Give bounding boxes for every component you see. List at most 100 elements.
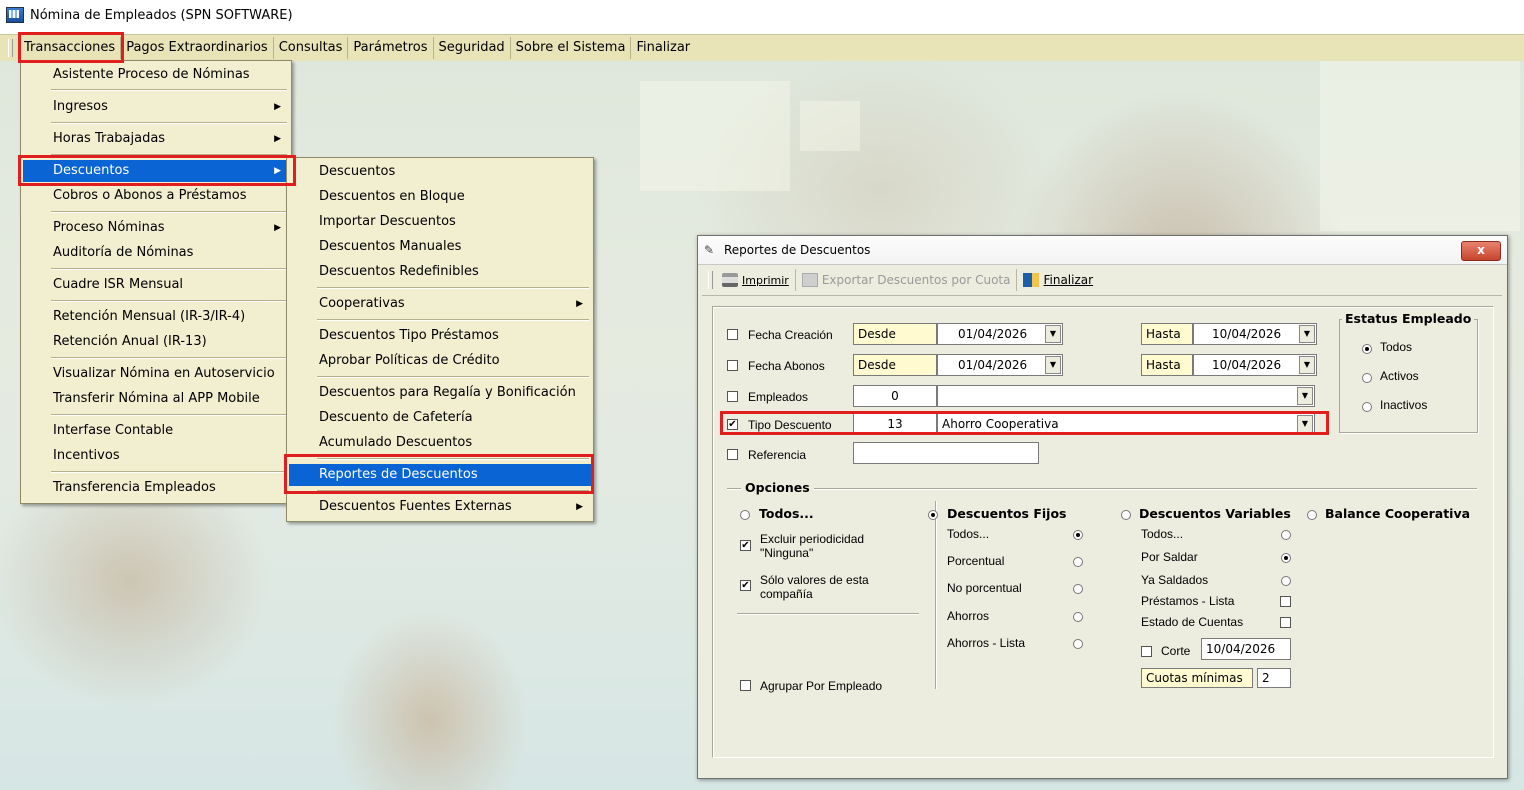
fijos-porcentual-radio[interactable]: [1073, 557, 1083, 567]
tipo-descuento-select[interactable]: Ahorro Cooperativa ▼: [937, 413, 1315, 435]
menu-item-horas-trabajadas[interactable]: Horas Trabajadas ▶: [23, 128, 289, 150]
menu-item-visualizar-autoservicio[interactable]: Visualizar Nómina en Autoservicio: [23, 363, 289, 385]
menu-item-transferir-app[interactable]: Transferir Nómina al APP Mobile: [23, 388, 289, 410]
submenu-item-aprobar-politicas[interactable]: Aprobar Políticas de Crédito: [289, 350, 591, 372]
fecha-creacion-checkbox[interactable]: [727, 329, 738, 340]
dialog-content: Fecha Creación Desde 01/04/2026 ▼ Hasta 1…: [712, 306, 1494, 758]
menu-item-interfase-contable[interactable]: Interfase Contable: [23, 420, 289, 442]
submenu-item-descuentos[interactable]: Descuentos: [289, 161, 591, 183]
desde-label-1: Desde: [853, 323, 937, 345]
submenu-item-descuentos-manuales[interactable]: Descuentos Manuales: [289, 236, 591, 258]
variables-todos-radio[interactable]: [1281, 530, 1291, 540]
fijos-ahorros-lista-radio[interactable]: [1073, 639, 1083, 649]
menubar: Transacciones Pagos Extraordinarios Cons…: [0, 34, 1524, 62]
submenu-item-descuentos-bloque[interactable]: Descuentos en Bloque: [289, 186, 591, 208]
empleados-name-select[interactable]: ▼: [937, 385, 1315, 407]
menu-consultas[interactable]: Consultas: [274, 37, 349, 59]
menu-item-transferencia-empleados[interactable]: Transferencia Empleados: [23, 477, 289, 499]
menu-item-ingresos[interactable]: Ingresos ▶: [23, 96, 289, 118]
submenu-item-importar-descuentos[interactable]: Importar Descuentos: [289, 211, 591, 233]
variables-por-saldar-radio[interactable]: [1281, 553, 1291, 563]
submenu-item-acumulado[interactable]: Acumulado Descuentos: [289, 432, 591, 454]
report-icon: ✎: [704, 243, 715, 257]
dropdown-arrow-icon[interactable]: ▼: [1297, 387, 1313, 405]
menu-item-cuadre-isr[interactable]: Cuadre ISR Mensual: [23, 274, 289, 296]
descuentos-variables-radio[interactable]: [1121, 510, 1131, 520]
descuentos-submenu: Descuentos Descuentos en Bloque Importar…: [286, 157, 594, 522]
submenu-item-descuentos-redefinibles[interactable]: Descuentos Redefinibles: [289, 261, 591, 283]
dropdown-arrow-icon[interactable]: ▼: [1299, 356, 1315, 374]
tipo-descuento-checkbox[interactable]: ✔: [727, 419, 738, 430]
exit-door-icon: [1023, 273, 1040, 287]
export-button[interactable]: Exportar Descuentos por Cuota: [796, 269, 1018, 291]
referencia-input[interactable]: [853, 442, 1039, 464]
cuotas-minimas-input[interactable]: 2: [1257, 668, 1291, 688]
transacciones-menu: Asistente Proceso de Nóminas Ingresos ▶ H…: [20, 60, 292, 504]
close-button[interactable]: x: [1461, 241, 1501, 261]
corte-label: Corte: [1161, 644, 1191, 658]
fecha-abonos-checkbox[interactable]: [727, 360, 738, 371]
corte-date-input[interactable]: 10/04/2026: [1201, 638, 1291, 660]
estatus-activos-radio[interactable]: [1362, 373, 1372, 383]
fecha-abonos-desde-input[interactable]: 01/04/2026 ▼: [937, 354, 1063, 376]
opciones-todos-label: Todos...: [759, 506, 814, 521]
menu-finalizar[interactable]: Finalizar: [631, 37, 695, 59]
menu-item-incentivos[interactable]: Incentivos: [23, 445, 289, 467]
fecha-creacion-desde-input[interactable]: 01/04/2026 ▼: [937, 323, 1063, 345]
solo-valores-checkbox[interactable]: ✔: [740, 580, 751, 591]
empleados-label: Empleados: [748, 390, 809, 404]
fecha-abonos-label: Fecha Abonos: [748, 359, 825, 373]
dropdown-arrow-icon[interactable]: ▼: [1045, 356, 1061, 374]
estatus-inactivos-radio[interactable]: [1362, 402, 1372, 412]
reportes-descuentos-dialog: ✎ Reportes de Descuentos x Imprimir Expo…: [697, 235, 1508, 779]
agrupar-empleado-label: Agrupar Por Empleado: [760, 679, 883, 693]
submenu-item-fuentes-externas[interactable]: Descuentos Fuentes Externas ▶: [289, 496, 591, 518]
print-button[interactable]: Imprimir: [716, 269, 796, 291]
agrupar-empleado-checkbox[interactable]: [740, 680, 751, 691]
menu-seguridad[interactable]: Seguridad: [434, 37, 511, 59]
submenu-item-tipo-prestamos[interactable]: Descuentos Tipo Préstamos: [289, 325, 591, 347]
dropdown-arrow-icon[interactable]: ▼: [1297, 415, 1313, 433]
fijos-no-porcentual-radio[interactable]: [1073, 584, 1083, 594]
menu-item-proceso-nominas[interactable]: Proceso Nóminas ▶: [23, 217, 289, 239]
empleados-checkbox[interactable]: [727, 391, 738, 402]
desde-label-2: Desde: [853, 354, 937, 376]
dropdown-arrow-icon[interactable]: ▼: [1299, 325, 1315, 343]
opciones-todos-radio[interactable]: [740, 510, 750, 520]
submenu-item-reportes-descuentos[interactable]: Reportes de Descuentos: [289, 464, 591, 486]
menu-pagos-extraordinarios[interactable]: Pagos Extraordinarios: [121, 37, 274, 59]
estado-cuentas-checkbox[interactable]: [1280, 617, 1291, 628]
submenu-item-cafeteria[interactable]: Descuento de Cafetería: [289, 407, 591, 429]
menu-transacciones[interactable]: Transacciones: [19, 37, 122, 59]
descuentos-fijos-radio[interactable]: [928, 510, 938, 520]
referencia-checkbox[interactable]: [727, 449, 738, 460]
menu-item-auditoria[interactable]: Auditoría de Nóminas: [23, 242, 289, 264]
menu-parametros[interactable]: Parámetros: [348, 37, 434, 59]
menu-item-retencion-anual[interactable]: Retención Anual (IR-13): [23, 331, 289, 353]
empleados-code-input[interactable]: 0: [853, 385, 937, 407]
fecha-creacion-hasta-input[interactable]: 10/04/2026 ▼: [1193, 323, 1317, 345]
menu-sobre-el-sistema[interactable]: Sobre el Sistema: [511, 37, 632, 59]
corte-checkbox[interactable]: [1141, 646, 1152, 657]
hasta-label-2: Hasta: [1141, 354, 1193, 376]
dropdown-arrow-icon[interactable]: ▼: [1045, 325, 1061, 343]
exit-button[interactable]: Finalizar: [1017, 269, 1099, 291]
estatus-todos-radio[interactable]: [1362, 344, 1372, 354]
estatus-empleado-title: Estatus Empleado: [1342, 311, 1475, 326]
menu-item-descuentos[interactable]: Descuentos ▶: [23, 160, 289, 182]
menu-item-cobros-abonos[interactable]: Cobros o Abonos a Préstamos: [23, 185, 289, 207]
balance-cooperativa-radio[interactable]: [1307, 510, 1317, 520]
fijos-ahorros-radio[interactable]: [1073, 612, 1083, 622]
dialog-title-bar: ✎ Reportes de Descuentos x: [698, 236, 1507, 265]
tipo-descuento-code-input[interactable]: 13: [853, 413, 937, 435]
variables-ya-saldados-radio[interactable]: [1281, 576, 1291, 586]
hasta-label-1: Hasta: [1141, 323, 1193, 345]
fecha-abonos-hasta-input[interactable]: 10/04/2026 ▼: [1193, 354, 1317, 376]
submenu-item-regalia-bonificacion[interactable]: Descuentos para Regalía y Bonificación: [289, 382, 591, 404]
fijos-todos-radio[interactable]: [1073, 530, 1083, 540]
menu-item-asistente[interactable]: Asistente Proceso de Nóminas: [23, 64, 289, 86]
excluir-periodicidad-checkbox[interactable]: ✔: [740, 540, 751, 551]
submenu-item-cooperativas[interactable]: Cooperativas ▶: [289, 293, 591, 315]
menu-item-retencion-mensual[interactable]: Retención Mensual (IR-3/IR-4): [23, 306, 289, 328]
prestamos-lista-checkbox[interactable]: [1280, 596, 1291, 607]
